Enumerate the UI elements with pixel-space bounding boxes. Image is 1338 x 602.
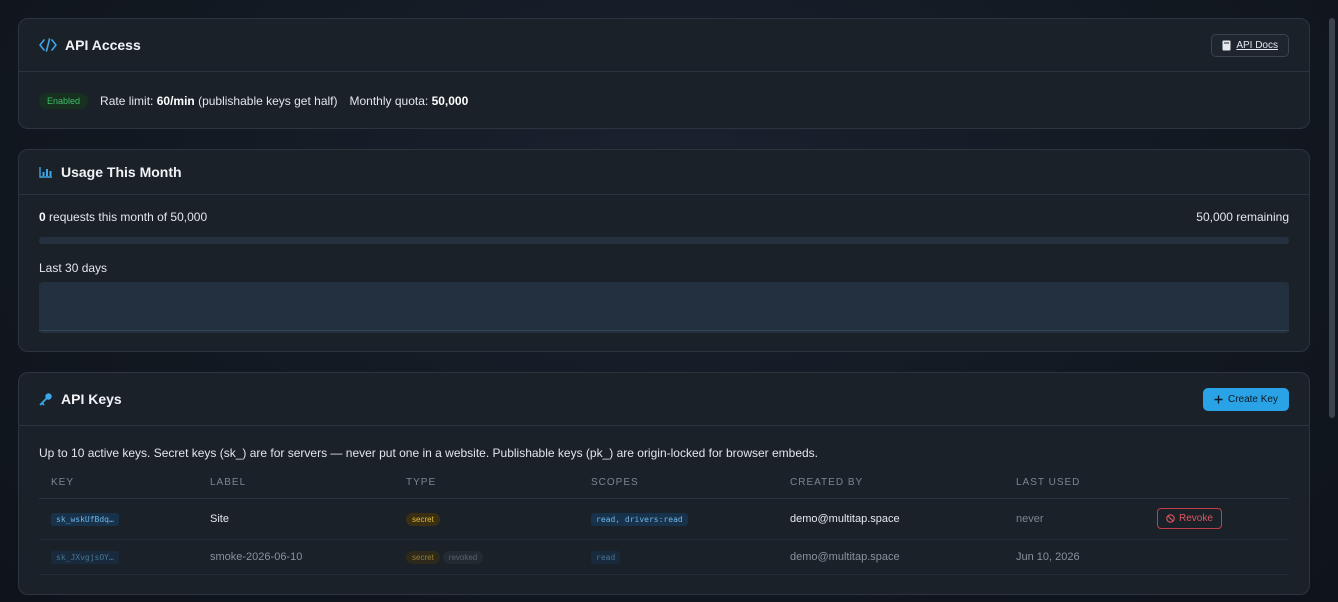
requests-text: 0 requests this month of 50,000 (39, 210, 207, 224)
api-keys-card: API Keys Create Key Up to 10 active keys… (18, 372, 1310, 595)
last-used-cell: Jun 10, 2026 (1004, 539, 1145, 575)
column-header-scopes: SCOPES (579, 468, 778, 499)
api-docs-label: API Docs (1236, 39, 1278, 51)
usage-body: 0 requests this month of 50,000 50,000 r… (19, 195, 1309, 333)
label-cell: smoke-2026-06-10 (198, 539, 394, 575)
column-header-created-by: CREATED BY (778, 468, 1004, 499)
create-key-button[interactable]: Create Key (1202, 387, 1289, 411)
requests-count: 0 (39, 210, 46, 224)
table-row: sk_JXvgjsOY… smoke-2026-06-10 secret revo… (39, 539, 1289, 575)
key-prefix: sk_wskUfBdq… (51, 512, 119, 526)
api-access-title-group: API Access (39, 37, 141, 53)
api-access-title: API Access (65, 37, 141, 53)
requests-label: requests this month of 50,000 (49, 210, 208, 224)
api-keys-table: KEY LABEL TYPE SCOPES CREATED BY LAST US… (39, 468, 1289, 575)
api-keys-header: API Keys Create Key (19, 373, 1309, 426)
column-header-key: KEY (39, 468, 198, 499)
usage-header: Usage This Month (19, 150, 1309, 195)
usage-title: Usage This Month (61, 164, 182, 180)
column-header-actions (1145, 468, 1289, 499)
api-access-card: API Access API Docs Enabled Rate limit: … (18, 18, 1310, 129)
last-used-cell: never (1004, 498, 1145, 540)
scopes-cell: read, drivers:read (579, 498, 778, 540)
column-header-type: TYPE (394, 468, 579, 499)
created-by-cell: demo@multitap.space (778, 498, 1004, 540)
actions-cell (1145, 539, 1289, 575)
api-keys-description: Up to 10 active keys. Secret keys (sk_) … (39, 446, 819, 460)
usage-progress-bar (39, 237, 1289, 244)
created-by-cell: demo@multitap.space (778, 539, 1004, 575)
api-access-header: API Access API Docs (19, 19, 1309, 72)
key-cell: sk_wskUfBdq… (39, 498, 198, 540)
usage-card: Usage This Month 0 requests this month o… (18, 149, 1310, 352)
key-cell: sk_JXvgjsOY… (39, 539, 198, 575)
label-cell: Site (198, 498, 394, 540)
key-prefix: sk_JXvgjsOY… (51, 550, 119, 564)
usage-summary: 0 requests this month of 50,000 50,000 r… (39, 195, 1289, 231)
bar-chart-icon (39, 166, 53, 178)
page-scrollbar[interactable] (1329, 18, 1335, 418)
ban-icon (1166, 514, 1175, 523)
rate-limit-note: (publishable keys get half) (198, 93, 338, 108)
rate-limit-value: 60/min (156, 93, 195, 108)
plus-icon (1214, 395, 1223, 404)
monthly-quota-text: Monthly quota: 50,000 (350, 94, 469, 108)
api-docs-button[interactable]: API Docs (1211, 33, 1289, 57)
usage-history-chart (39, 282, 1289, 333)
type-cell: secret (394, 498, 579, 540)
api-keys-title: API Keys (61, 391, 122, 407)
book-icon (1222, 40, 1231, 51)
status-badge: Enabled (39, 92, 89, 109)
usage-title-group: Usage This Month (39, 164, 182, 180)
scopes-chip: read (591, 550, 621, 564)
table-header-row: KEY LABEL TYPE SCOPES CREATED BY LAST US… (39, 468, 1289, 499)
create-key-label: Create Key (1227, 393, 1278, 405)
scopes-cell: read (579, 539, 778, 575)
column-header-label: LABEL (198, 468, 394, 499)
scopes-chip: read, drivers:read (591, 512, 688, 526)
key-icon (39, 392, 53, 406)
quota-value: 50,000 (431, 93, 469, 108)
column-header-last-used: LAST USED (1004, 468, 1145, 499)
revoked-badge: revoked (442, 550, 484, 564)
remaining-text: 50,000 remaining (1196, 210, 1289, 224)
type-cell: secret revoked (394, 539, 579, 575)
api-keys-title-group: API Keys (39, 391, 122, 407)
type-badge: secret (406, 550, 440, 564)
actions-cell: Revoke (1145, 498, 1289, 540)
usage-history-baseline (39, 330, 1289, 331)
quota-label: Monthly quota: (349, 93, 429, 108)
code-icon (39, 38, 57, 52)
type-badge: secret (406, 512, 440, 526)
revoke-label: Revoke (1179, 513, 1213, 524)
api-access-body: Enabled Rate limit: 60/min (publishable … (19, 72, 1309, 128)
history-label: Last 30 days (39, 261, 108, 275)
api-keys-body: Up to 10 active keys. Secret keys (sk_) … (19, 426, 1309, 575)
rate-limit-label: Rate limit: (100, 93, 154, 108)
table-row: sk_wskUfBdq… Site secret read, drivers:r… (39, 498, 1289, 540)
rate-limit-text: Rate limit: 60/min (publishable keys get… (100, 94, 337, 108)
revoke-button[interactable]: Revoke (1157, 508, 1222, 529)
